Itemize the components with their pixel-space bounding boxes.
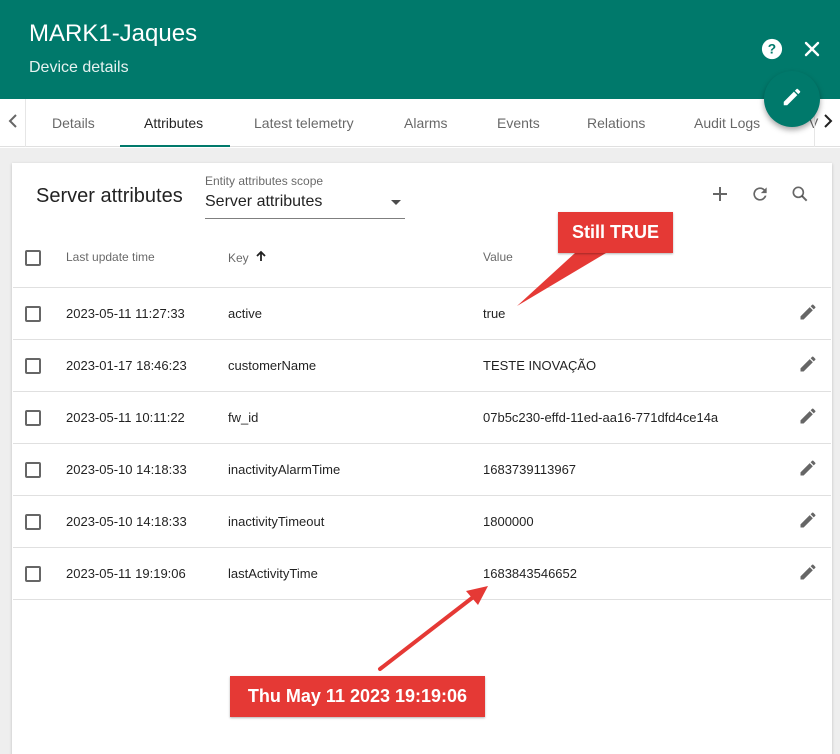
tab-events[interactable]: Events (497, 99, 540, 147)
column-header-value[interactable]: Value (483, 250, 513, 264)
help-icon[interactable]: ? (759, 36, 785, 62)
annotation-callout: Thu May 11 2023 19:19:06 (230, 676, 485, 717)
device-title: MARK1-Jaques (29, 20, 198, 47)
row-value: true (483, 306, 506, 321)
row-value: 07b5c230-effd-11ed-aa16-771dfd4ce14a (483, 410, 719, 425)
row-time: 2023-05-10 14:18:33 (66, 514, 187, 529)
scope-value: Server attributes (205, 193, 323, 210)
add-attribute-button[interactable] (708, 184, 732, 208)
pencil-icon (798, 510, 818, 535)
scope-select[interactable]: Server attributes (205, 191, 405, 219)
edit-device-button[interactable] (764, 71, 820, 127)
edit-attribute-button[interactable] (796, 562, 820, 586)
select-all-checkbox[interactable] (25, 250, 41, 266)
edit-attribute-button[interactable] (796, 406, 820, 430)
column-header-last-update-time[interactable]: Last update time (66, 250, 155, 264)
row-checkbox[interactable] (25, 566, 41, 582)
column-header-key-label: Key (228, 250, 249, 265)
row-key: inactivityTimeout (228, 514, 325, 529)
dialog-header: MARK1-Jaques Device details ? (0, 0, 840, 99)
row-value: 1683843546652 (483, 566, 577, 581)
row-value: 1800000 (483, 514, 534, 529)
row-divider (13, 547, 831, 548)
active-tab-indicator (120, 145, 230, 147)
refresh-button[interactable] (748, 184, 772, 208)
header-divider (13, 287, 831, 288)
row-checkbox[interactable] (25, 462, 41, 478)
arrow-up-icon (255, 250, 267, 265)
refresh-icon (750, 184, 770, 209)
row-key: inactivityAlarmTime (228, 462, 341, 477)
svg-text:?: ? (768, 42, 776, 57)
chevron-left-icon (8, 113, 18, 133)
tab-latest-telemetry[interactable]: Latest telemetry (254, 99, 354, 147)
tab-relations[interactable]: Relations (587, 99, 645, 147)
pencil-icon (798, 302, 818, 327)
row-key: customerName (228, 358, 317, 373)
row-key: active (228, 306, 262, 321)
row-time: 2023-01-17 18:46:23 (66, 358, 187, 373)
pencil-icon (798, 458, 818, 483)
annotation-callout: Still TRUE (558, 212, 673, 253)
scope-label: Entity attributes scope (205, 174, 324, 188)
row-divider (13, 391, 831, 392)
row-divider (13, 339, 831, 340)
pencil-icon (798, 406, 818, 431)
pencil-icon (798, 562, 818, 587)
panel-title: Server attributes (36, 185, 183, 207)
tab-details[interactable]: Details (52, 99, 95, 147)
pencil-icon (781, 86, 803, 113)
edit-attribute-button[interactable] (796, 302, 820, 326)
row-time: 2023-05-11 11:27:33 (66, 306, 185, 321)
column-header-key[interactable]: Key (228, 250, 267, 265)
row-divider (13, 443, 831, 444)
row-value: TESTE INOVAÇÃO (483, 358, 597, 373)
edit-attribute-button[interactable] (796, 510, 820, 534)
tab-bar: Details Attributes Latest telemetry Alar… (0, 99, 840, 147)
row-time: 2023-05-11 19:19:06 (66, 566, 186, 581)
plus-icon (712, 186, 728, 207)
search-button[interactable] (788, 184, 812, 208)
tab-attributes[interactable]: Attributes (144, 99, 203, 147)
dropdown-arrow-icon (391, 200, 401, 205)
search-icon (790, 184, 810, 209)
row-key: lastActivityTime (228, 566, 318, 581)
row-key: fw_id (228, 410, 259, 425)
row-divider (13, 495, 831, 496)
tab-audit-logs[interactable]: Audit Logs (694, 99, 760, 147)
row-time: 2023-05-10 14:18:33 (66, 462, 187, 477)
edit-attribute-button[interactable] (796, 458, 820, 482)
row-checkbox[interactable] (25, 514, 41, 530)
device-subtitle: Device details (29, 59, 129, 76)
tab-alarms[interactable]: Alarms (404, 99, 448, 147)
row-divider (13, 599, 831, 600)
row-checkbox[interactable] (25, 306, 41, 322)
edit-attribute-button[interactable] (796, 354, 820, 378)
row-value: 1683739113967 (483, 462, 577, 477)
row-checkbox[interactable] (25, 358, 41, 374)
row-checkbox[interactable] (25, 410, 41, 426)
tabs-scroll-left-button[interactable] (0, 99, 26, 147)
row-time: 2023-05-11 10:11:22 (66, 410, 185, 425)
close-icon[interactable] (799, 36, 825, 62)
chevron-right-icon (823, 113, 833, 133)
pencil-icon (798, 354, 818, 379)
